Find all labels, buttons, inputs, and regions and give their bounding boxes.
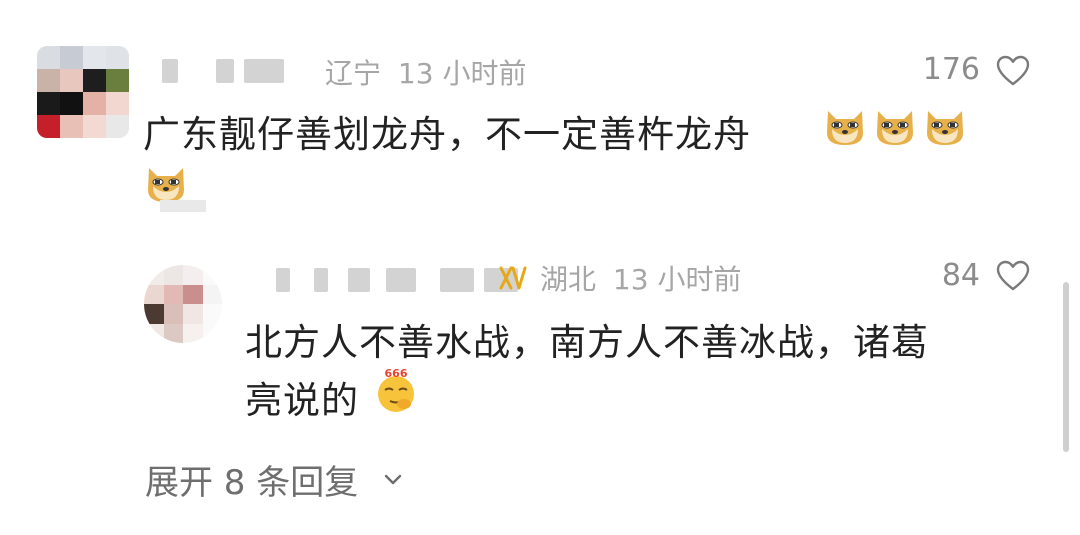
blur-patch [160, 200, 206, 212]
scrollbar[interactable] [1063, 282, 1069, 452]
like-count: 176 [922, 52, 980, 87]
comment-text-line-1: 北方人不善水战，南方人不善冰战，诸葛 [245, 321, 929, 364]
timestamp: 13 小时前 [397, 57, 527, 90]
heart-icon[interactable] [996, 260, 1030, 292]
xv-badge-icon [499, 266, 527, 290]
comment-meta: 湖北 13 小时前 [540, 258, 741, 298]
doge-emoji-icon [927, 111, 963, 145]
doge-emoji-icon [877, 111, 913, 145]
timestamp: 13 小时前 [612, 263, 742, 296]
comment-meta: 辽宁 13 小时前 [325, 52, 526, 92]
like-count: 84 [941, 258, 980, 293]
doge-emoji-icon [827, 111, 863, 145]
username-blurred[interactable] [162, 56, 284, 86]
svg-text:666: 666 [385, 367, 408, 380]
username-blurred[interactable] [276, 265, 518, 295]
comment-text-line-2: 亮说的 [245, 379, 359, 422]
avatar[interactable] [37, 46, 129, 138]
location: 辽宁 [325, 57, 382, 90]
expand-replies-label: 展开 8 条回复 [145, 463, 359, 503]
avatar[interactable] [144, 265, 222, 343]
expand-replies-button[interactable]: 展开 8 条回复 [145, 455, 406, 504]
chevron-down-icon [385, 474, 402, 484]
heart-icon[interactable] [996, 55, 1030, 87]
comment-text: 广东靓仔善划龙舟，不一定善杵龙舟 [143, 113, 751, 156]
location: 湖北 [540, 263, 597, 296]
666-emoji-icon: 666 [378, 367, 414, 412]
